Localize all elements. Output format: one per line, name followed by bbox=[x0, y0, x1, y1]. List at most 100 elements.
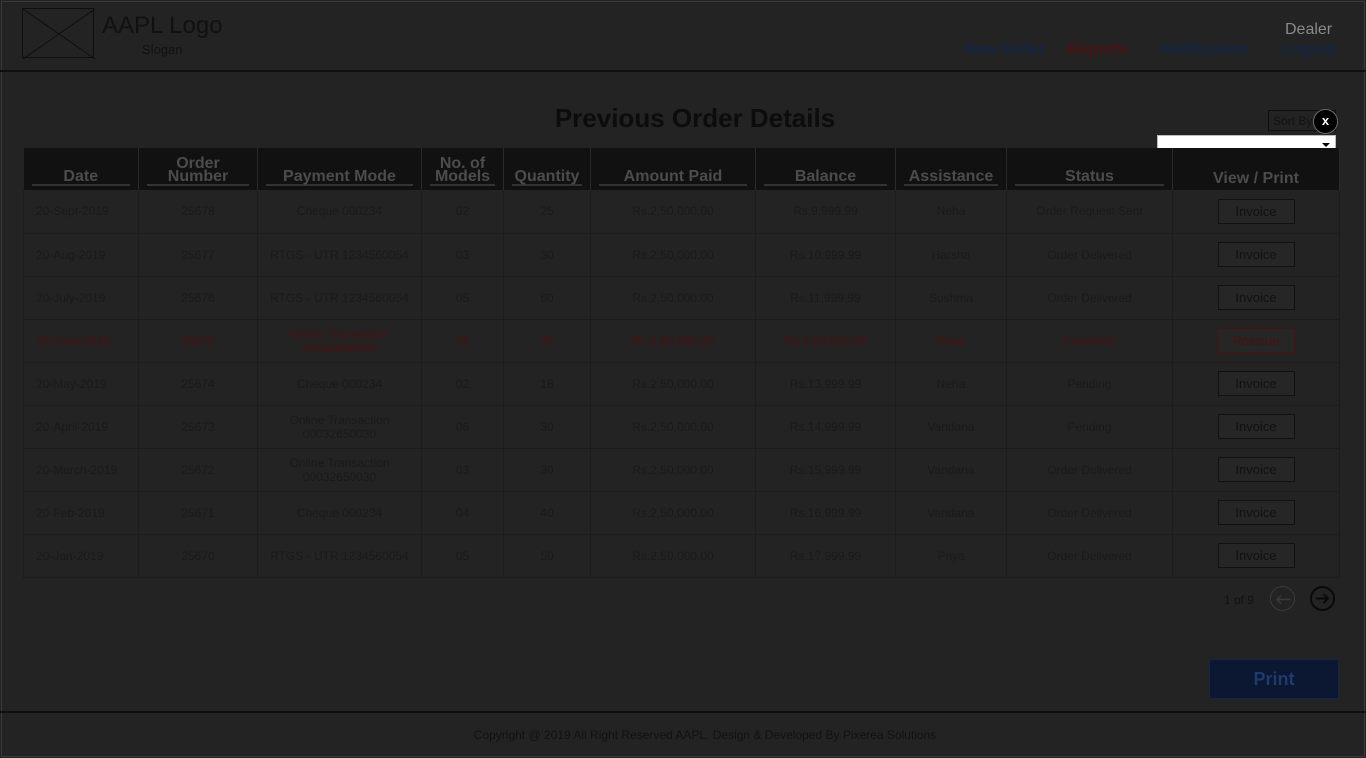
invoice-button[interactable]: Invoice bbox=[1217, 500, 1295, 525]
cell-balance: Rs.10,999.99 bbox=[755, 233, 896, 277]
cell-assistance: Neha bbox=[895, 190, 1007, 234]
cell-payment-mode: Online Transaction 00032650030 bbox=[257, 405, 422, 449]
nav-logout[interactable]: Logout bbox=[1282, 41, 1336, 59]
cell-payment-mode: Cheque 000234 bbox=[257, 190, 422, 234]
cell-assistance: Vandana bbox=[895, 448, 1007, 492]
cell-amount-paid: Rs.2,50,000.00 bbox=[590, 534, 756, 578]
cell-balance: Rs.16,999.99 bbox=[755, 491, 896, 535]
header-status: Status bbox=[1006, 148, 1173, 190]
cell-balance: Rs.2,50,000.00 bbox=[755, 319, 896, 363]
orders-table: Date Order Number Payment Mode No. of Mo… bbox=[23, 148, 1340, 578]
cell-quantity: 60 bbox=[503, 276, 591, 320]
arrow-right-icon[interactable] bbox=[1310, 586, 1335, 611]
cell-payment-mode: RTGS - UTR 1234560054 bbox=[257, 276, 422, 320]
cell-order-number: 25671 bbox=[138, 491, 258, 535]
cell-assistance: Harsha bbox=[895, 233, 1007, 277]
cell-balance: Rs.17,999.99 bbox=[755, 534, 896, 578]
cell-view-print: Invoice bbox=[1172, 233, 1340, 277]
table-row: 20-March-2019 25672 Online Transaction 000… bbox=[23, 448, 1340, 492]
cell-payment-mode: RTGS - UTR 1234560054 bbox=[257, 233, 422, 277]
cell-no-of-models: 06 bbox=[421, 405, 504, 449]
table-row: 20-July-2019 25676 RTGS - UTR 1234560054 05… bbox=[23, 276, 1340, 320]
header-no-of-models: No. of Models bbox=[421, 148, 504, 190]
cell-date: 20-June-2019 bbox=[23, 319, 139, 363]
cell-quantity: 40 bbox=[503, 491, 591, 535]
cell-assistance: Priya bbox=[895, 534, 1007, 578]
table-row: 20-Sept-2019 25678 Cheque 000234 02 25 Rs.2,5… bbox=[23, 190, 1340, 234]
cell-view-print: Invoice bbox=[1172, 405, 1340, 449]
print-button[interactable]: Print bbox=[1209, 659, 1339, 699]
cell-status: Order Delivered bbox=[1006, 448, 1173, 492]
slogan: Slogan bbox=[142, 42, 183, 57]
cell-amount-paid: Rs.2,50,000.00 bbox=[590, 362, 756, 406]
cell-quantity: 25 bbox=[503, 190, 591, 234]
cell-status: Order Delivered bbox=[1006, 534, 1173, 578]
cell-quantity: 45 bbox=[503, 319, 591, 363]
table-row: 20-April-2019 25673 Online Transaction 000… bbox=[23, 405, 1340, 449]
cell-amount-paid: Rs.2,50,000.00 bbox=[590, 491, 756, 535]
cell-view-print: Invoice bbox=[1172, 491, 1340, 535]
cell-status: Order Delivered bbox=[1006, 491, 1173, 535]
nav-new-order[interactable]: New Order bbox=[964, 41, 1045, 59]
logo-text: AAPL Logo bbox=[102, 12, 223, 39]
invoice-button[interactable]: Invoice bbox=[1217, 543, 1295, 568]
footer-divider bbox=[0, 711, 1366, 713]
cell-payment-mode: Online Transaction 00032650030 bbox=[257, 319, 422, 363]
cell-view-print: Reissue bbox=[1172, 319, 1340, 363]
invoice-button[interactable]: Invoice bbox=[1217, 242, 1295, 267]
logo-placeholder-icon bbox=[22, 8, 95, 59]
cell-balance: Rs.14,999.99 bbox=[755, 405, 896, 449]
cell-quantity: 30 bbox=[503, 233, 591, 277]
header-quantity: Quantity bbox=[503, 148, 591, 190]
cell-date: 20-May-2019 bbox=[23, 362, 139, 406]
cell-order-number: 25678 bbox=[138, 190, 258, 234]
cell-order-number: 25675 bbox=[138, 319, 258, 363]
header-view-print: View / Print bbox=[1172, 148, 1340, 190]
invoice-button[interactable]: Invoice bbox=[1217, 414, 1295, 439]
cell-no-of-models: 02 bbox=[421, 362, 504, 406]
footer-copyright: Copyright @ 2019 All Right Reserved AAPL… bbox=[473, 728, 937, 742]
cell-order-number: 25673 bbox=[138, 405, 258, 449]
cell-assistance: Sushma bbox=[895, 276, 1007, 320]
invoice-button[interactable]: Invoice bbox=[1217, 457, 1295, 482]
cell-balance: Rs.13,999.99 bbox=[755, 362, 896, 406]
cell-status: Cancelled bbox=[1006, 319, 1173, 363]
cell-quantity: 30 bbox=[503, 448, 591, 492]
reissue-button[interactable]: Reissue bbox=[1217, 328, 1295, 353]
cell-date: 20-Feb-2019 bbox=[23, 491, 139, 535]
cell-status: Order Request Sent bbox=[1006, 190, 1173, 234]
cell-no-of-models: 03 bbox=[421, 448, 504, 492]
cell-assistance: Neha bbox=[895, 362, 1007, 406]
cell-quantity: 18 bbox=[503, 362, 591, 406]
cell-balance: Rs.11,999.99 bbox=[755, 276, 896, 320]
cell-status: Order Delivered bbox=[1006, 276, 1173, 320]
close-sort-button[interactable]: x bbox=[1313, 109, 1338, 134]
cell-no-of-models: 05 bbox=[421, 276, 504, 320]
cell-view-print: Invoice bbox=[1172, 190, 1340, 234]
header-balance: Balance bbox=[755, 148, 896, 190]
arrow-left-icon[interactable] bbox=[1270, 586, 1295, 611]
invoice-button[interactable]: Invoice bbox=[1217, 285, 1295, 310]
cell-payment-mode: RTGS - UTR 1234560054 bbox=[257, 534, 422, 578]
cell-order-number: 25676 bbox=[138, 276, 258, 320]
invoice-button[interactable]: Invoice bbox=[1217, 198, 1295, 224]
invoice-button[interactable]: Invoice bbox=[1217, 371, 1295, 396]
cell-balance: Rs.9,999.99 bbox=[755, 190, 896, 234]
nav-reports[interactable]: Reports bbox=[1068, 41, 1128, 59]
cell-amount-paid: Rs.2,50,000.00 bbox=[590, 276, 756, 320]
cell-balance: Rs.15,999.99 bbox=[755, 448, 896, 492]
cell-status: Pending bbox=[1006, 405, 1173, 449]
header: AAPL Logo Slogan New Order Reports Notif… bbox=[0, 0, 1366, 72]
header-payment-mode: Payment Mode bbox=[257, 148, 422, 190]
cell-assistance: Vandana bbox=[895, 405, 1007, 449]
cell-amount-paid: Rs.2,50,000.00 bbox=[590, 190, 756, 234]
cell-order-number: 25672 bbox=[138, 448, 258, 492]
header-order-number: Order Number bbox=[138, 148, 258, 190]
dropdown-caret-icon bbox=[1322, 143, 1330, 147]
cell-amount-paid: Rs.2,50,000.00 bbox=[590, 233, 756, 277]
nav-notification[interactable]: Notification bbox=[1160, 41, 1248, 59]
cell-date: 20-July-2019 bbox=[23, 276, 139, 320]
cell-view-print: Invoice bbox=[1172, 362, 1340, 406]
table-row: 20-Feb-2019 25671 Cheque 000234 04 40 Rs.2,50… bbox=[23, 491, 1340, 535]
cell-order-number: 25674 bbox=[138, 362, 258, 406]
